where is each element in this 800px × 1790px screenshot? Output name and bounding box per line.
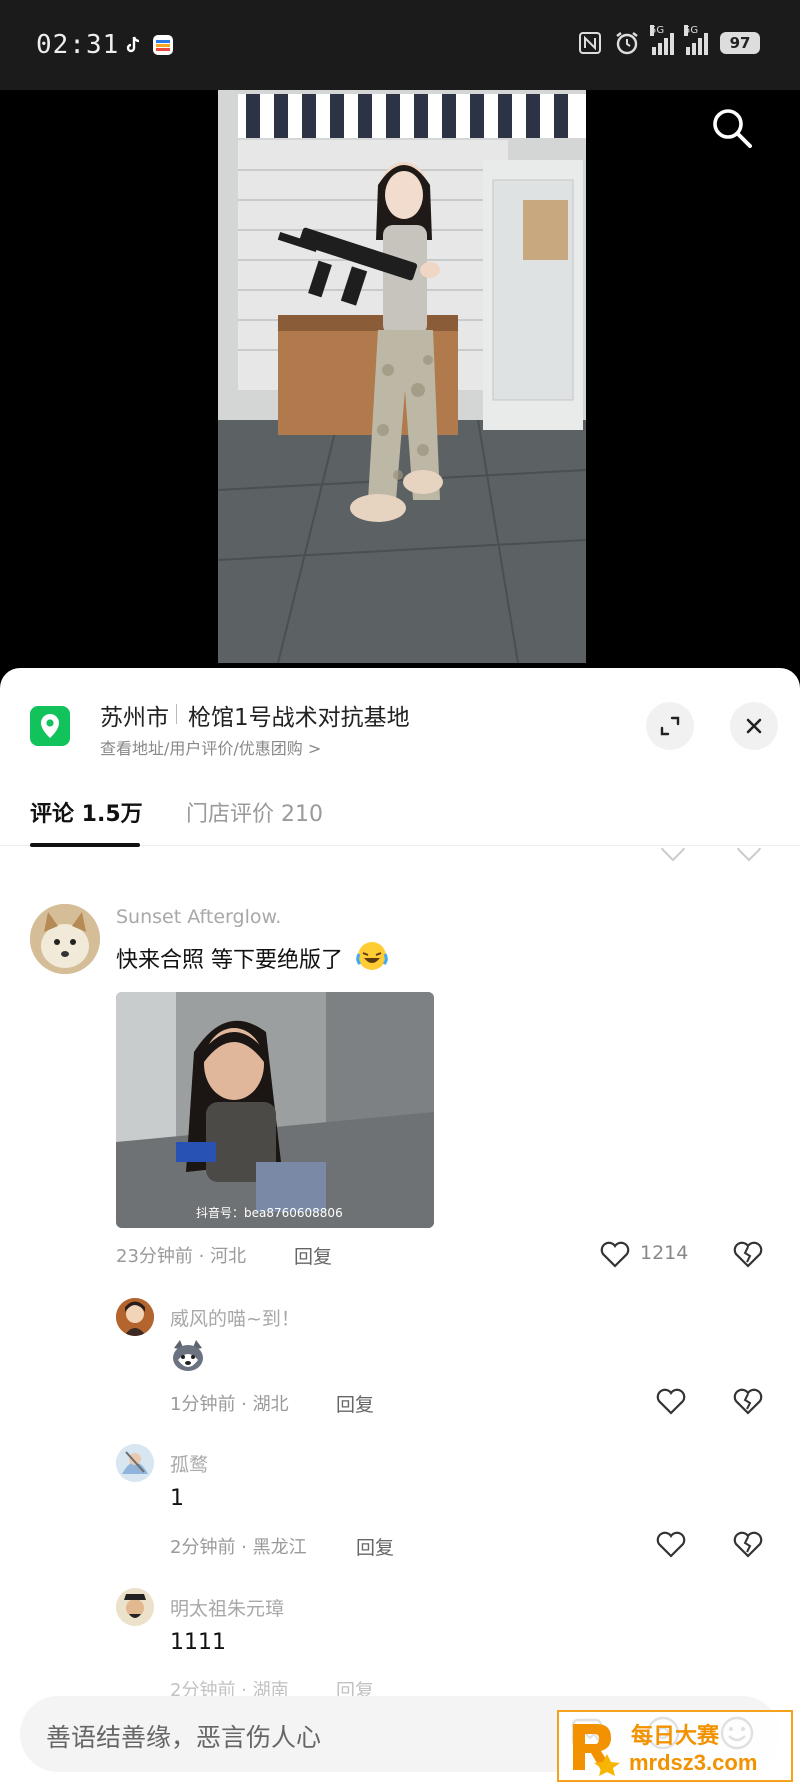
status-time: 02:31 [36,30,120,60]
expand-icon [660,716,680,736]
video-frame [218,90,586,663]
like-heart-icon[interactable] [600,1240,630,1268]
signal-1-label: 5G [650,25,665,36]
search-icon[interactable] [706,102,758,154]
close-button[interactable] [730,702,778,750]
signal-2-label: 5G [684,25,699,36]
cut-row-mask: 2分钟前 · 湖南 回复 [0,1676,800,1696]
avatar[interactable] [116,1444,154,1482]
reply-text: 1 [170,1486,184,1511]
location-header[interactable]: 苏州市 枪馆1号战术对抗基地 查看地址/用户评价/优惠团购 > [0,668,800,768]
status-bar: 02:31 5G 5G 97 [0,0,800,90]
reply-username[interactable]: 威风的喵~到！ [170,1304,300,1331]
comment-image[interactable]: 抖音号：bea8760608806 [116,992,434,1228]
location-divider [176,704,177,724]
comment-image-caption: 抖音号：bea8760608806 [196,1205,343,1220]
reply-button[interactable]: 回复 [356,1533,394,1560]
expand-button[interactable] [646,702,694,750]
like-heart-icon[interactable] [656,1387,686,1415]
reply-button[interactable]: 回复 [336,1390,374,1417]
tiktok-icon [126,36,140,53]
nfc-icon [579,32,601,54]
signal-2-icon: 5G [684,25,708,55]
battery-indicator: 97 [720,32,760,54]
comment-sheet: 苏州市 枪馆1号战术对抗基地 查看地址/用户评价/优惠团购 > 评论 1.5万 … [0,668,800,1790]
location-city: 苏州市 [100,705,169,731]
user-avatar-icon [116,1298,154,1336]
active-tab-indicator [30,843,140,847]
user-avatar-icon [116,1444,154,1482]
reply-meta: 1分钟前 · 湖北 [170,1394,289,1415]
watermark-url: mrdsz3.com [629,1750,758,1775]
avatar[interactable] [116,1588,154,1626]
reply-username[interactable]: 孤鹜 [170,1450,208,1477]
dislike-broken-heart-icon[interactable] [733,1530,763,1558]
signal-1-icon: 5G [650,25,674,55]
reply-button[interactable]: 回复 [336,1676,374,1696]
like-count: 1214 [640,1242,689,1264]
dislike-broken-heart-icon[interactable] [733,1387,763,1415]
dislike-broken-heart-icon[interactable] [733,1240,763,1268]
reply-button[interactable]: 回复 [294,1242,332,1269]
alarm-icon [616,32,638,55]
comment-image-illustration: 抖音号：bea8760608806 [116,992,434,1228]
video-player[interactable] [0,90,800,670]
reply-text: 1111 [170,1630,226,1655]
avatar[interactable] [116,1298,154,1336]
status-indicators: 5G 5G 97 [578,25,760,56]
like-heart-icon[interactable] [656,1530,686,1558]
comment-tabs: 评论 1.5万 门店评价 210 [0,768,800,847]
comment-input-placeholder[interactable]: 善语结善缘，恶言伤人心 [46,1718,321,1754]
husky-sticker-icon [173,1340,203,1371]
watermark-logo: 每日大赛 mrdsz3.com [557,1710,793,1782]
user-avatar-icon [116,1588,154,1626]
location-pin-icon [30,706,70,746]
watermark-cn: 每日大赛 [631,1724,720,1749]
reply-meta: 2分钟前 · 黑龙江 [170,1537,307,1558]
reply-meta: 2分钟前 · 湖南 [170,1680,289,1696]
location-name: 枪馆1号战术对抗基地 [188,705,410,731]
comment-meta: 23分钟前 · 河北 [116,1246,247,1267]
tab-store-reviews[interactable]: 门店评价 210 [186,796,323,828]
reply-username[interactable]: 明太祖朱元璋 [170,1594,284,1621]
location-subtitle[interactable]: 查看地址/用户评价/优惠团购 > [100,735,321,759]
watermark-r-logo-icon [573,1724,620,1776]
tab-comments[interactable]: 评论 1.5万 [30,796,143,828]
wallet-app-icon [153,35,173,55]
video-frame-illustration [218,90,586,663]
close-icon [746,718,762,734]
